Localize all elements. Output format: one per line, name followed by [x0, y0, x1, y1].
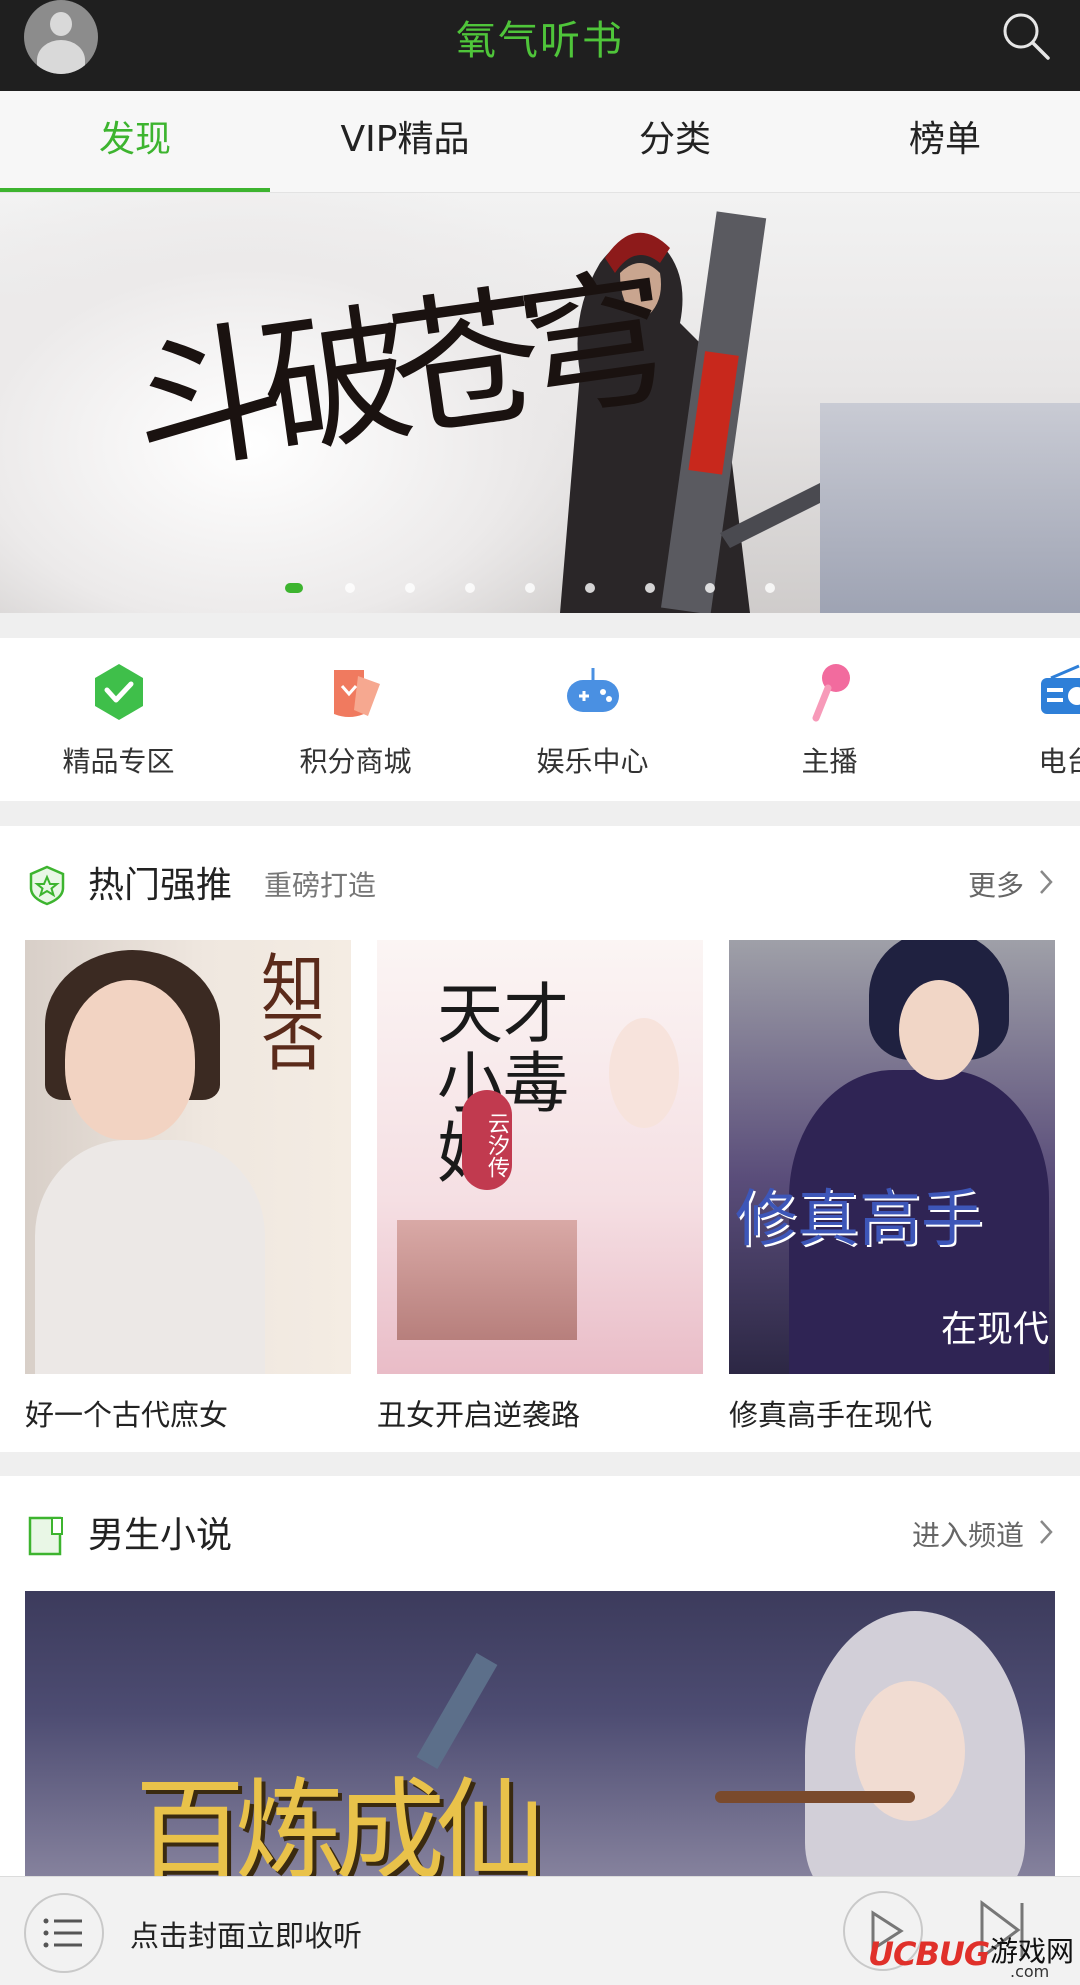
gamepad-icon: [567, 668, 619, 712]
banner-dot[interactable]: [705, 583, 715, 593]
cover-badge: 云汐传: [462, 1090, 512, 1190]
book-title: 修真高手在现代: [729, 1398, 933, 1432]
top-bar: 氧气听书: [0, 0, 1080, 91]
banner-mountain-background: [820, 403, 1080, 613]
quick-item-label: 电台: [1038, 745, 1080, 778]
premium-badge-icon: [95, 664, 143, 720]
player-hint-text: 点击封面立即收听: [130, 1919, 363, 1953]
hot-more-link[interactable]: 更多: [968, 864, 1024, 904]
book-title: 丑女开启逆袭路: [377, 1398, 581, 1432]
tab-ranking[interactable]: 榜单: [810, 91, 1080, 192]
male-novel-section: 男生小说 进入频道 百炼成仙: [0, 1476, 1080, 1896]
banner-dot[interactable]: [645, 583, 655, 593]
main-tabs: 发现 VIP精品 分类 榜单: [0, 91, 1080, 193]
quick-item-label: 精品专区: [62, 745, 175, 778]
book-icon: [28, 1516, 63, 1556]
cover-title-art: 知否: [250, 950, 324, 1066]
chevron-right-icon[interactable]: [1038, 868, 1054, 896]
book-title: 好一个古代庶女: [25, 1398, 229, 1432]
points-ticket-icon: [334, 670, 380, 717]
cover-figure-face: [65, 980, 195, 1140]
search-icon[interactable]: [1000, 10, 1052, 62]
male-channel-link[interactable]: 进入频道: [912, 1514, 1024, 1554]
shield-star-icon: [29, 865, 65, 906]
book-cover[interactable]: 知否: [25, 940, 351, 1374]
radio-icon: [1041, 664, 1080, 714]
banner-dot[interactable]: [585, 583, 595, 593]
playlist-button[interactable]: [24, 1893, 104, 1973]
quick-item-label: 积分商城: [299, 745, 412, 778]
banner-dot[interactable]: [765, 583, 775, 593]
cover-figure-face: [609, 1018, 679, 1128]
banner-dot[interactable]: [345, 583, 355, 593]
hot-section-subtitle: 重磅打造: [264, 869, 377, 902]
hot-recommend-section: 热门强推 重磅打造 更多 知否 好一个古代庶女 天才小毒妃 云汐传: [0, 826, 1080, 1452]
male-banner-title-art: 百炼成仙: [135, 1767, 545, 1895]
list-icon: [43, 1918, 82, 1948]
site-watermark: UCBUG 游戏网 .com: [862, 1928, 1080, 1985]
watermark-brand: UCBUG: [868, 1935, 990, 1973]
banner-dot[interactable]: [465, 583, 475, 593]
book-card[interactable]: 修真高手 在现代 修真高手在现代: [729, 940, 1055, 1434]
cover-pavilion-art: [397, 1220, 577, 1340]
hot-section-header: 热门强推 重磅打造 更多: [0, 826, 1080, 936]
book-card[interactable]: 知否 好一个古代庶女: [25, 940, 351, 1434]
cover-subtitle-art: 在现代: [940, 1309, 1049, 1350]
male-section-header: 男生小说 进入频道: [0, 1476, 1080, 1586]
banner-flute-art: [715, 1791, 915, 1803]
hot-section-title: 热门强推: [88, 865, 233, 906]
banner-dot-active[interactable]: [285, 583, 303, 593]
tab-vip[interactable]: VIP精品: [270, 91, 540, 192]
book-cover[interactable]: 修真高手 在现代: [729, 940, 1055, 1374]
quick-item-label: 娱乐中心: [536, 745, 649, 778]
banner-dot[interactable]: [525, 583, 535, 593]
quick-item-radio[interactable]: 电台: [948, 638, 1080, 801]
cover-figure-face: [899, 980, 979, 1080]
quick-menu: 精品专区 积分商城 娱乐中心 主播 电: [0, 638, 1080, 801]
chevron-right-icon[interactable]: [1038, 1518, 1054, 1546]
male-novel-banner[interactable]: 百炼成仙: [25, 1591, 1055, 1896]
cover-figure-body: [35, 1140, 265, 1374]
app-screen: 氧气听书 发现 VIP精品 分类 榜单 斗破苍穹 精品专区 积分商城 娱乐中心 …: [0, 0, 1080, 1985]
cover-title-art: 修真高手: [735, 1182, 984, 1255]
book-cover[interactable]: 天才小毒妃 云汐传: [377, 940, 703, 1374]
quick-item-points-mall[interactable]: 积分商城: [237, 638, 474, 801]
quick-item-entertainment[interactable]: 娱乐中心: [474, 638, 711, 801]
tab-discover[interactable]: 发现: [0, 91, 270, 192]
app-title: 氧气听书: [456, 18, 624, 64]
watermark-domain: .com: [1010, 1962, 1050, 1981]
quick-item-label: 主播: [801, 745, 858, 778]
quick-item-premium[interactable]: 精品专区: [0, 638, 237, 801]
promo-banner[interactable]: 斗破苍穹: [0, 193, 1080, 613]
book-card[interactable]: 天才小毒妃 云汐传 丑女开启逆袭路: [377, 940, 703, 1434]
male-section-title: 男生小说: [88, 1515, 233, 1556]
tab-category[interactable]: 分类: [540, 91, 810, 192]
microphone-icon: [812, 664, 850, 722]
quick-item-anchor[interactable]: 主播: [711, 638, 948, 801]
banner-dot[interactable]: [405, 583, 415, 593]
cover-title-art: 天才小毒妃: [437, 976, 569, 1188]
